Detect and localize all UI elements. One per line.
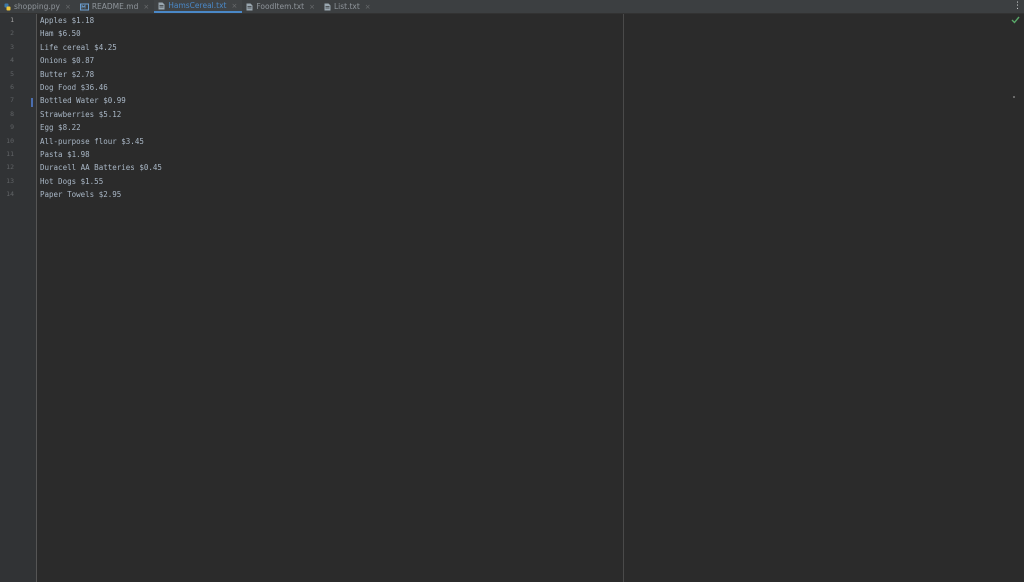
tab-label: shopping.py xyxy=(14,2,60,11)
code-line[interactable]: Paper Towels $2.95 xyxy=(40,188,121,201)
code-line[interactable]: Strawberries $5.12 xyxy=(40,108,121,121)
line-number: 3 xyxy=(10,42,14,51)
code-line[interactable]: Apples $1.18 xyxy=(40,14,94,27)
scrollbar-marker xyxy=(1013,96,1015,98)
more-options-icon[interactable]: ⋮ xyxy=(1013,0,1022,13)
line-number: 12 xyxy=(6,163,14,172)
code-line[interactable]: Pasta $1.98 xyxy=(40,148,90,161)
right-margin-guide xyxy=(623,14,624,582)
close-tab-icon[interactable]: × xyxy=(365,3,371,11)
line-number: 13 xyxy=(6,176,14,185)
tab-list-txt[interactable]: List.txt × xyxy=(320,0,376,13)
tab-label: HamsCereal.txt xyxy=(168,1,227,10)
code-line[interactable]: Ham $6.50 xyxy=(40,27,81,40)
close-tab-icon[interactable]: × xyxy=(231,2,237,10)
code-line[interactable]: Bottled Water $0.99 xyxy=(40,94,126,107)
tab-fooditem-txt[interactable]: FoodItem.txt × xyxy=(242,0,320,13)
line-number: 4 xyxy=(10,56,14,65)
tab-hamscereal-txt[interactable]: HamsCereal.txt × xyxy=(154,0,243,13)
tab-label: README.md xyxy=(91,2,139,11)
close-tab-icon[interactable]: × xyxy=(309,3,315,11)
tab-list: shopping.py × README.md × HamsCereal.txt × Foo… xyxy=(0,0,1024,13)
code-line[interactable]: Dog Food $36.46 xyxy=(40,81,108,94)
line-number: 1 xyxy=(10,16,14,24)
change-marker xyxy=(31,98,33,107)
tab-readme-md[interactable]: README.md × xyxy=(76,0,154,13)
python-file-icon xyxy=(4,3,11,11)
inspection-ok-icon[interactable] xyxy=(1011,16,1020,24)
line-number: 11 xyxy=(6,150,14,158)
code-line[interactable]: Life cereal $4.25 xyxy=(40,41,117,54)
line-number: 5 xyxy=(10,69,14,78)
code-line[interactable]: Egg $8.22 xyxy=(40,121,81,134)
markdown-file-icon xyxy=(79,3,89,11)
close-tab-icon[interactable]: × xyxy=(65,3,71,11)
code-line[interactable]: Butter $2.78 xyxy=(40,68,94,81)
editor-tab-bar: shopping.py × README.md × HamsCereal.txt × Foo… xyxy=(0,0,1024,14)
tab-label: List.txt xyxy=(333,2,360,11)
line-number: 2 xyxy=(10,29,14,38)
text-file-icon xyxy=(158,2,165,10)
text-editor[interactable]: Apples $1.18 Ham $6.50 Life cereal $4.25 On… xyxy=(37,14,1024,582)
line-number: 10 xyxy=(6,136,14,145)
line-number: 9 xyxy=(10,123,14,132)
code-line[interactable]: Hot Dogs $1.55 xyxy=(40,175,103,188)
tab-shopping-py[interactable]: shopping.py × xyxy=(0,0,76,13)
line-number: 8 xyxy=(10,109,14,118)
line-number: 14 xyxy=(6,190,14,199)
text-file-icon xyxy=(246,3,253,11)
code-line[interactable]: Duracell AA Batteries $0.45 xyxy=(40,161,162,174)
code-line[interactable]: Onions $0.87 xyxy=(40,54,94,67)
close-tab-icon[interactable]: × xyxy=(143,3,149,11)
line-number: 6 xyxy=(10,83,14,91)
text-file-icon xyxy=(324,3,331,11)
code-line[interactable]: All-purpose flour $3.45 xyxy=(40,135,144,148)
line-number: 7 xyxy=(10,96,14,105)
line-number-gutter: 1 2 3 4 5 6 7 8 9 10 11 12 13 14 xyxy=(0,14,37,582)
tab-label: FoodItem.txt xyxy=(256,2,305,11)
